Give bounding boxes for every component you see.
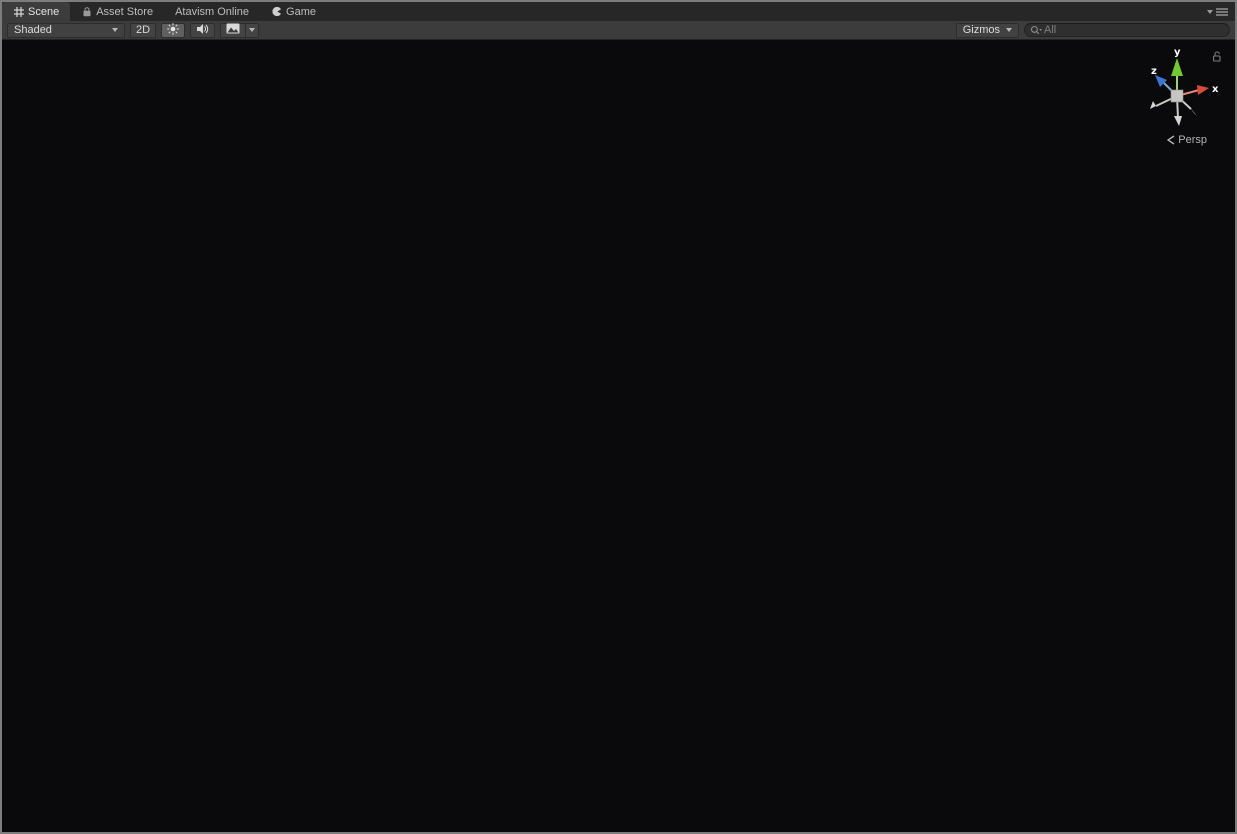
axis-y-label: y (1174, 47, 1181, 58)
search-icon[interactable] (1030, 25, 1042, 36)
unity-editor-window: Scene Asset Store Atavism Online Game Sh… (0, 0, 1237, 834)
effects-dropdown-button[interactable] (246, 23, 259, 38)
effects-toggle-button[interactable] (220, 23, 246, 38)
audio-icon (196, 23, 209, 38)
bag-icon (81, 6, 92, 17)
tab-asset-store[interactable]: Asset Store (70, 2, 164, 21)
gizmos-label: Gizmos (963, 24, 1000, 36)
draw-mode-label: Shaded (14, 24, 52, 36)
grid-icon (13, 6, 24, 17)
chevron-down-icon (112, 28, 118, 32)
tab-atavism-online[interactable]: Atavism Online (164, 2, 260, 21)
lighting-toggle-button[interactable] (161, 23, 185, 38)
effects-button-group (220, 23, 259, 38)
draw-mode-dropdown[interactable]: Shaded (7, 23, 125, 38)
gizmos-dropdown[interactable]: Gizmos (956, 23, 1019, 38)
scene-toolbar: Shaded 2D Gizm (2, 21, 1235, 40)
projection-label: Persp (1178, 134, 1207, 146)
audio-toggle-button[interactable] (190, 23, 215, 38)
tab-label: Scene (28, 6, 59, 18)
panel-menu-icon[interactable] (1201, 2, 1235, 21)
projection-toggle[interactable]: Persp (1167, 134, 1207, 146)
chevron-down-icon (1006, 28, 1012, 32)
persp-icon (1167, 135, 1175, 145)
tab-bar: Scene Asset Store Atavism Online Game (2, 2, 1235, 21)
sun-icon (167, 23, 179, 38)
tab-label: Atavism Online (175, 6, 249, 18)
tab-label: Game (286, 6, 316, 18)
axis-x-label: x (1212, 84, 1219, 95)
search-input[interactable] (1044, 24, 1224, 36)
scene-search-field (1024, 23, 1230, 37)
2d-toggle-button[interactable]: 2D (130, 23, 156, 38)
image-effects-icon (226, 23, 240, 37)
chevron-down-icon (249, 28, 255, 32)
game-icon (271, 6, 282, 17)
axis-z-label: z (1151, 66, 1157, 77)
tab-scene[interactable]: Scene (2, 2, 70, 21)
axis-y-cone (1171, 58, 1183, 76)
scene-viewport[interactable]: y z x Persp (2, 40, 1235, 832)
scene-canvas (2, 40, 1235, 832)
tab-label: Asset Store (96, 6, 153, 18)
axis-x-cone (1197, 85, 1209, 95)
lock-icon[interactable] (1211, 50, 1223, 62)
gizmo-cube (1171, 90, 1183, 102)
tab-game[interactable]: Game (260, 2, 327, 21)
axis-arms (1150, 58, 1209, 126)
